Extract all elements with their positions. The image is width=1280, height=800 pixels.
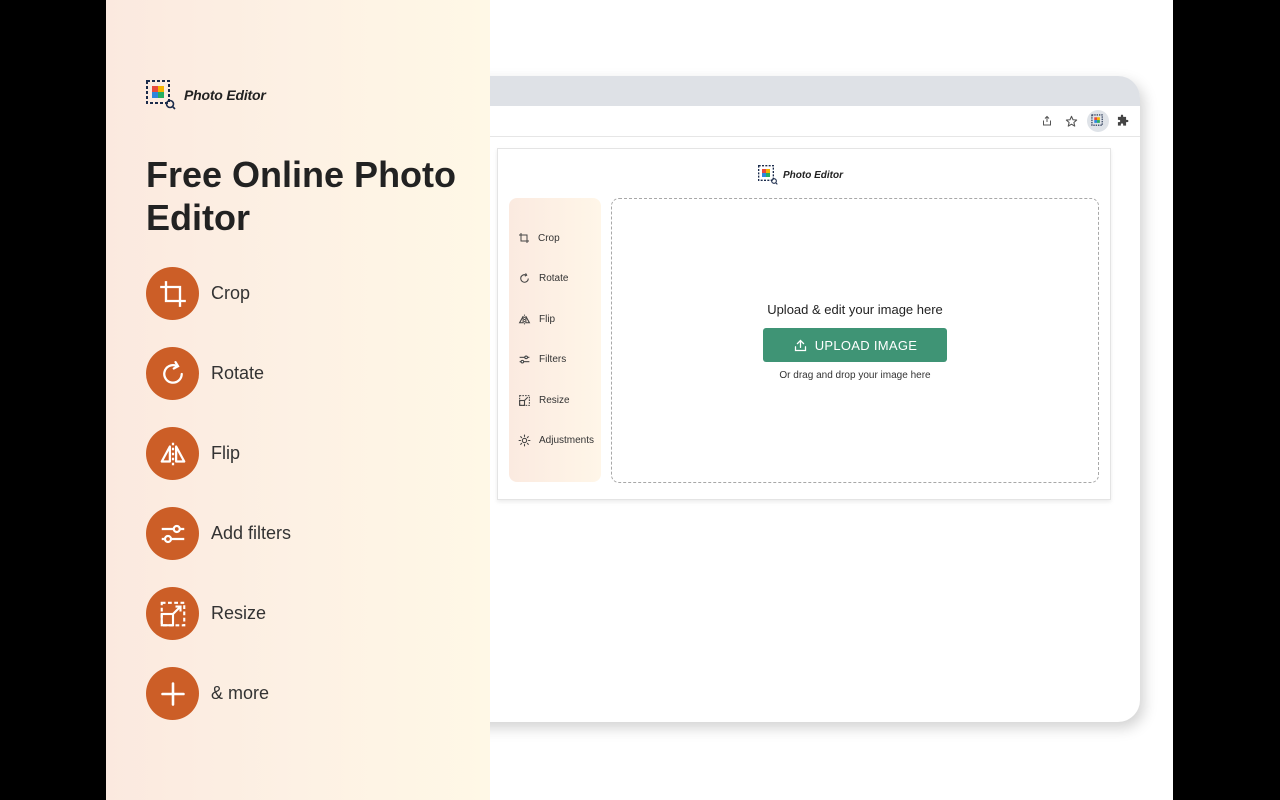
tool-rotate[interactable]: Rotate [518,272,568,285]
flip-icon [518,313,531,326]
feature-label: Rotate [211,363,264,384]
feature-label: Flip [211,443,240,464]
feature-list: Crop Rotate Flip [146,267,291,747]
upload-button-label: UPLOAD IMAGE [815,338,918,353]
filters-icon [518,353,531,366]
feature-resize[interactable]: Resize [146,587,291,640]
photo-editor-app: Photo Editor Crop Rotate Flip Filters [497,148,1111,500]
browser-window: Photo Editor Crop Rotate Flip Filters [446,76,1140,722]
crop-icon [518,232,530,244]
upload-image-button[interactable]: UPLOAD IMAGE [763,328,947,362]
tool-label: Filters [539,354,566,365]
tool-label: Crop [538,233,560,244]
star-icon[interactable] [1063,113,1079,129]
crop-icon [146,267,199,320]
plus-icon [146,667,199,720]
headline: Free Online Photo Editor [146,153,466,239]
photo-editor-logo-icon [758,165,778,185]
promo-panel: Photo Editor Free Online Photo Editor Cr… [106,0,490,800]
feature-crop[interactable]: Crop [146,267,291,320]
feature-flip[interactable]: Flip [146,427,291,480]
feature-add-filters[interactable]: Add filters [146,507,291,560]
tool-label: Resize [539,395,570,406]
tool-label: Rotate [539,273,568,284]
feature-label: Crop [211,283,250,304]
app-brand-logo: Photo Editor [758,165,843,185]
rotate-icon [146,347,199,400]
feature-rotate[interactable]: Rotate [146,347,291,400]
tool-sidebar: Crop Rotate Flip Filters Resize [509,198,601,482]
flip-icon [146,427,199,480]
resize-icon [518,394,531,407]
feature-label: & more [211,683,269,704]
tool-crop[interactable]: Crop [518,232,560,244]
tool-flip[interactable]: Flip [518,313,555,326]
tool-adjustments[interactable]: Adjustments [518,434,594,447]
upload-icon [793,338,808,353]
rotate-icon [518,272,531,285]
browser-tab-strip [446,76,1140,106]
filters-icon [146,507,199,560]
feature-label: Resize [211,603,266,624]
resize-icon [146,587,199,640]
tool-label: Adjustments [539,435,594,446]
feature-more[interactable]: & more [146,667,291,720]
brand-name: Photo Editor [184,87,266,103]
photo-editor-extension-icon[interactable] [1087,110,1109,132]
promo-canvas: Photo Editor Free Online Photo Editor Cr… [106,0,1173,800]
upload-dropzone[interactable]: Upload & edit your image here UPLOAD IMA… [611,198,1099,483]
share-icon[interactable] [1039,113,1055,129]
sun-icon [518,434,531,447]
photo-editor-logo-icon [146,80,176,110]
tool-label: Flip [539,314,555,325]
brand-logo: Photo Editor [146,80,266,110]
dropzone-hint: Or drag and drop your image here [612,370,1098,381]
dropzone-title: Upload & edit your image here [612,302,1098,317]
tool-filters[interactable]: Filters [518,353,566,366]
puzzle-icon[interactable] [1114,113,1130,129]
feature-label: Add filters [211,523,291,544]
browser-toolbar [446,106,1140,137]
tool-resize[interactable]: Resize [518,394,570,407]
app-brand-name: Photo Editor [783,170,843,181]
